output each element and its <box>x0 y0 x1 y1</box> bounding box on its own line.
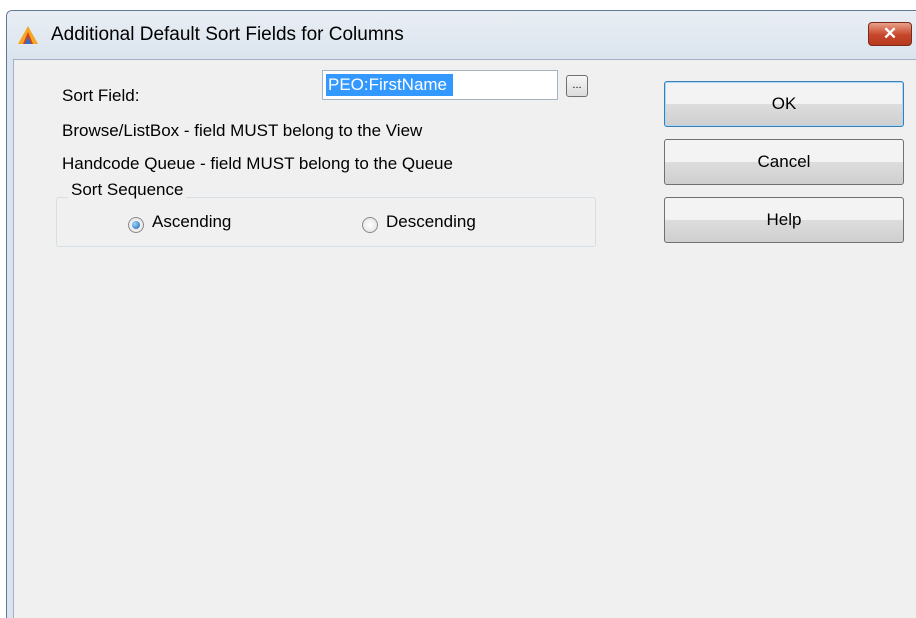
sort-field-input[interactable]: PEO:FirstName <box>322 70 558 100</box>
descending-radio[interactable] <box>362 217 378 233</box>
info-text-view: Browse/ListBox - field MUST belong to th… <box>62 121 423 140</box>
descending-label[interactable]: Descending <box>386 212 476 232</box>
info-text-queue: Handcode Queue - field MUST belong to th… <box>62 154 453 173</box>
close-icon: ✕ <box>882 24 898 43</box>
radio-selected-dot <box>132 221 140 229</box>
ellipsis-icon: ... <box>572 79 582 91</box>
lookup-button[interactable]: ... <box>566 75 588 97</box>
ok-button[interactable]: OK <box>664 81 904 127</box>
cancel-button[interactable]: Cancel <box>664 139 904 185</box>
title-bar[interactable]: Additional Default Sort Fields for Colum… <box>7 11 916 59</box>
sort-sequence-label: Sort Sequence <box>68 180 187 200</box>
close-button[interactable]: ✕ <box>868 22 912 46</box>
sort-field-value: PEO:FirstName <box>326 74 454 96</box>
app-icon <box>18 26 38 44</box>
help-button[interactable]: Help <box>664 197 904 243</box>
window-title: Additional Default Sort Fields for Colum… <box>51 24 404 45</box>
ascending-label[interactable]: Ascending <box>152 212 231 232</box>
ascending-radio[interactable] <box>128 217 144 233</box>
sort-field-label: Sort Field: <box>62 86 140 105</box>
